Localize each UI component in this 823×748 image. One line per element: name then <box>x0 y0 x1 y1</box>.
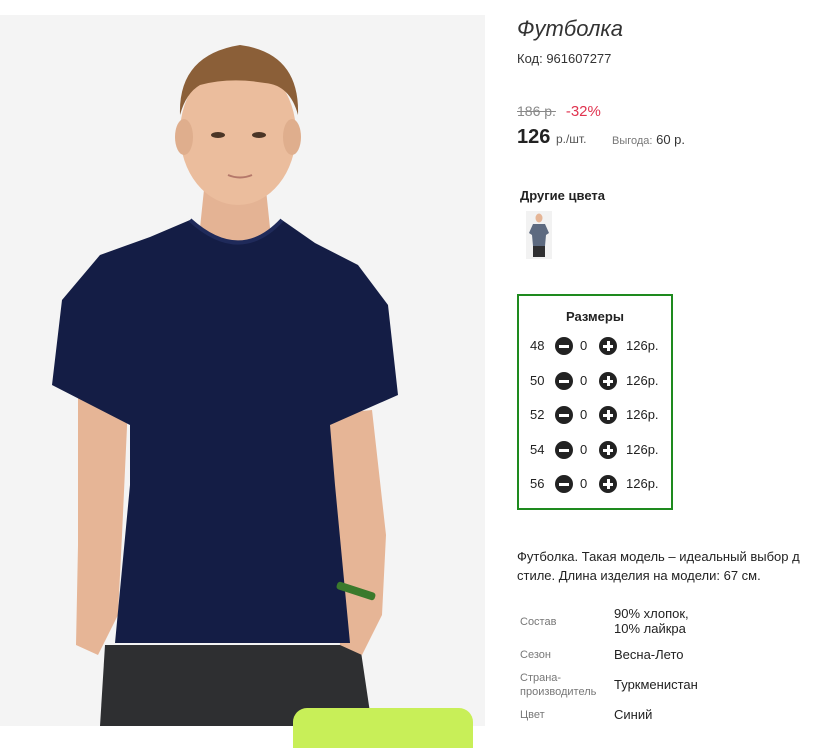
product-description: Футболка. Такая модель – идеальный выбор… <box>517 547 823 585</box>
saving-block: Выгода: 60 р. <box>612 132 685 147</box>
minus-icon[interactable] <box>555 372 573 390</box>
grey-tshirt-thumbnail-icon <box>526 211 552 259</box>
description-line: стиле. Длина изделия на модели: 67 см. <box>517 568 761 583</box>
size-label: 48 <box>530 338 545 353</box>
size-selector: Размеры 48 0 126р. 50 0 126р. 52 0 126р.… <box>517 294 673 510</box>
attribute-label-season: Сезон <box>520 649 551 661</box>
size-row-54: 54 0 126р. <box>519 440 671 460</box>
sizes-title: Размеры <box>566 309 624 324</box>
saving-value: 60 р. <box>656 132 686 147</box>
attribute-value-country: Туркменистан <box>614 677 698 692</box>
size-quantity: 0 <box>580 338 588 353</box>
size-label: 52 <box>530 407 545 422</box>
size-label: 56 <box>530 476 545 491</box>
product-photo <box>0 15 485 726</box>
size-price: 126р. <box>626 442 659 457</box>
product-code: Код: 961607277 <box>517 51 612 66</box>
price-value: 126 <box>517 126 551 148</box>
size-price: 126р. <box>626 373 659 388</box>
country-label-line: производитель <box>520 686 597 698</box>
current-price: 126 р./шт. <box>517 126 586 149</box>
model-image <box>0 15 485 726</box>
plus-icon[interactable] <box>599 372 617 390</box>
product-title: Футболка <box>517 16 623 41</box>
size-label: 54 <box>530 442 545 457</box>
size-price: 126р. <box>626 407 659 422</box>
discount-badge: -32% <box>565 103 601 120</box>
plus-icon[interactable] <box>599 337 617 355</box>
description-line: Футболка. Такая модель – идеальный выбор… <box>517 549 800 564</box>
price-unit: р./шт. <box>555 132 587 146</box>
minus-icon[interactable] <box>555 337 573 355</box>
saving-label: Выгода: <box>612 135 653 147</box>
add-to-cart-button[interactable] <box>293 708 473 748</box>
plus-icon[interactable] <box>599 441 617 459</box>
size-quantity: 0 <box>580 476 588 491</box>
old-price-block: 186 р. -32% <box>517 103 601 120</box>
attribute-label-composition: Состав <box>520 616 557 628</box>
size-price: 126р. <box>626 476 659 491</box>
minus-icon[interactable] <box>555 441 573 459</box>
color-swatch-grey[interactable] <box>526 211 552 259</box>
attribute-label-color: Цвет <box>520 709 545 721</box>
size-quantity: 0 <box>580 373 588 388</box>
attribute-label-country: Страна- производитель <box>520 671 596 699</box>
minus-icon[interactable] <box>555 406 573 424</box>
minus-icon[interactable] <box>555 475 573 493</box>
composition-line: 10% лайкра <box>614 621 686 636</box>
plus-icon[interactable] <box>599 406 617 424</box>
old-price: 186 р. <box>517 103 556 119</box>
size-row-56: 56 0 126р. <box>519 474 671 494</box>
attribute-value-season: Весна-Лето <box>614 647 684 662</box>
country-label-line: Страна- <box>520 672 562 684</box>
attribute-value-color: Синий <box>614 707 653 722</box>
size-row-50: 50 0 126р. <box>519 371 671 391</box>
size-row-52: 52 0 126р. <box>519 405 671 425</box>
plus-icon[interactable] <box>599 475 617 493</box>
size-price: 126р. <box>626 338 659 353</box>
size-quantity: 0 <box>580 442 588 457</box>
attribute-value-composition: 90% хлопок, 10% лайкра <box>614 606 689 636</box>
size-row-48: 48 0 126р. <box>519 336 671 356</box>
composition-line: 90% хлопок, <box>614 606 689 621</box>
other-colors-title: Другие цвета <box>520 188 605 203</box>
size-label: 50 <box>530 373 545 388</box>
size-quantity: 0 <box>580 407 588 422</box>
